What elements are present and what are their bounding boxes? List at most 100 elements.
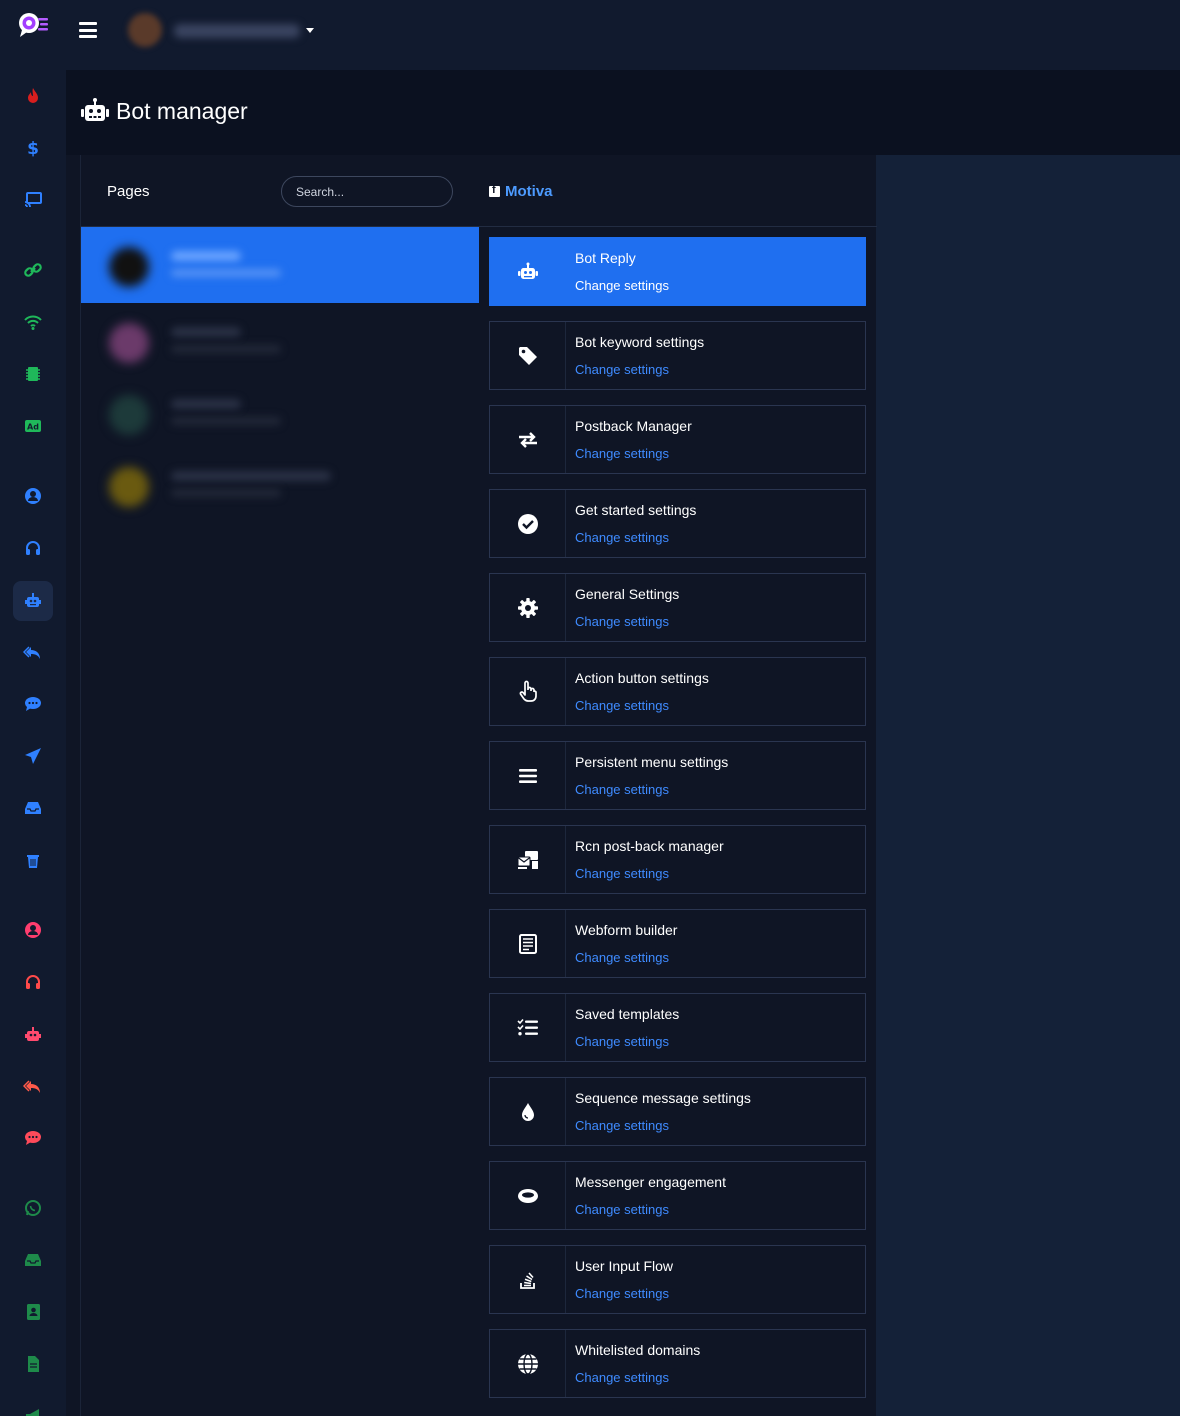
top-bar xyxy=(66,0,1180,70)
page-list-item[interactable] xyxy=(81,303,479,375)
card-icon-box xyxy=(490,826,566,893)
card-title: Bot Reply xyxy=(575,250,636,266)
stack-overflow-icon xyxy=(519,1271,535,1289)
sidebar-item-contacts[interactable] xyxy=(13,1292,53,1332)
sidebar-item-ads[interactable]: Ad xyxy=(13,406,53,446)
rcn-postback-manager-card[interactable]: Rcn post-back manager Change settings xyxy=(489,825,866,894)
page-id-redacted xyxy=(171,417,281,425)
sidebar-item-bot-2[interactable] xyxy=(13,1015,53,1055)
bot-keyword-settings-card[interactable]: Bot keyword settings Change settings xyxy=(489,321,866,390)
sidebar-item-cast[interactable] xyxy=(13,180,53,220)
change-settings-link[interactable]: Change settings xyxy=(575,782,669,797)
change-settings-link[interactable]: Change settings xyxy=(575,614,669,629)
sidebar-item-broadcast[interactable] xyxy=(13,736,53,776)
page-title: Bot manager xyxy=(116,97,248,124)
persistent-menu-settings-card[interactable]: Persistent menu settings Change settings xyxy=(489,741,866,810)
sidebar-item-megaphone[interactable] xyxy=(13,1396,53,1416)
page-name-redacted xyxy=(171,471,331,481)
sidebar-item-chip[interactable] xyxy=(13,354,53,394)
whitelisted-domains-card[interactable]: Whitelisted domains Change settings xyxy=(489,1329,866,1398)
sidebar-item-link[interactable] xyxy=(13,250,53,290)
sidebar-item-chat-2[interactable] xyxy=(13,1118,53,1158)
card-title: Rcn post-back manager xyxy=(575,838,724,854)
tasks-list-icon xyxy=(516,1018,538,1035)
user-name-redacted[interactable] xyxy=(174,24,300,38)
sidebar-item-file[interactable] xyxy=(13,1344,53,1384)
headset-icon xyxy=(26,541,40,555)
user-circle-icon xyxy=(25,488,41,504)
sidebar-item-fire[interactable] xyxy=(13,76,53,116)
page-list xyxy=(81,227,479,519)
sequence-message-settings-card[interactable]: Sequence message settings Change setting… xyxy=(489,1077,866,1146)
card-icon-box xyxy=(490,322,566,389)
get-started-settings-card[interactable]: Get started settings Change settings xyxy=(489,489,866,558)
change-settings-link[interactable]: Change settings xyxy=(575,1118,669,1133)
page-list-item[interactable] xyxy=(81,375,479,447)
sidebar-item-inbox-2[interactable] xyxy=(13,1240,53,1280)
fire-icon xyxy=(28,88,38,103)
change-settings-link[interactable]: Change settings xyxy=(575,530,669,545)
card-icon-box xyxy=(490,406,566,473)
bot-manager-panel: Pages Motiva xyxy=(80,155,877,1416)
robot-icon xyxy=(25,1027,41,1041)
webform-builder-card[interactable]: Webform builder Change settings xyxy=(489,909,866,978)
comment-dots-icon xyxy=(25,1131,41,1145)
sidebar-item-chat[interactable] xyxy=(13,684,53,724)
sidebar-item-support-2[interactable] xyxy=(13,962,53,1002)
caret-down-icon[interactable] xyxy=(306,28,314,33)
page-list-item[interactable] xyxy=(81,227,479,303)
settings-card-list: Bot Reply Change settings Bot keyword se… xyxy=(489,237,866,1413)
change-settings-link[interactable]: Change settings xyxy=(575,698,669,713)
change-settings-link[interactable]: Change settings xyxy=(575,1202,669,1217)
sidebar-item-wifi[interactable] xyxy=(13,302,53,342)
page-title-container: Bot manager xyxy=(80,96,248,126)
form-icon xyxy=(518,933,537,954)
change-settings-link[interactable]: Change settings xyxy=(575,866,669,881)
bot-reply-card[interactable]: Bot Reply Change settings xyxy=(489,237,866,306)
link-icon xyxy=(24,263,42,277)
sidebar-item-support[interactable] xyxy=(13,528,53,568)
card-title: Sequence message settings xyxy=(575,1090,751,1106)
card-icon-box xyxy=(490,574,566,641)
change-settings-link[interactable]: Change settings xyxy=(575,446,669,461)
change-settings-link[interactable]: Change settings xyxy=(575,950,669,965)
user-avatar[interactable] xyxy=(128,13,162,47)
sidebar-item-billing[interactable]: $ xyxy=(13,128,53,168)
change-settings-link[interactable]: Change settings xyxy=(575,362,669,377)
user-input-flow-card[interactable]: User Input Flow Change settings xyxy=(489,1245,866,1314)
card-title: Persistent menu settings xyxy=(575,754,729,770)
app-logo[interactable] xyxy=(16,10,50,40)
sidebar-item-trash[interactable] xyxy=(13,840,53,880)
page-search-input[interactable] xyxy=(281,176,453,207)
panel-header: Pages Motiva xyxy=(81,155,877,227)
exchange-icon xyxy=(518,431,537,448)
robot-icon xyxy=(25,593,41,607)
sidebar-item-inbox[interactable] xyxy=(13,788,53,828)
page-list-item[interactable] xyxy=(81,447,479,519)
messenger-engagement-card[interactable]: Messenger engagement Change settings xyxy=(489,1161,866,1230)
sidebar-item-reply[interactable] xyxy=(13,632,53,672)
change-settings-link[interactable]: Change settings xyxy=(575,278,669,293)
card-title: Webform builder xyxy=(575,922,678,938)
postback-manager-card[interactable]: Postback Manager Change settings xyxy=(489,405,866,474)
page-name-redacted xyxy=(171,251,241,261)
card-title: Get started settings xyxy=(575,502,697,518)
general-settings-card[interactable]: General Settings Change settings xyxy=(489,573,866,642)
sidebar-item-bot-manager[interactable] xyxy=(13,581,53,621)
reply-all-icon xyxy=(23,646,40,659)
menu-toggle-button[interactable] xyxy=(79,22,97,38)
page-id-redacted xyxy=(171,269,281,277)
sidebar-item-profile[interactable] xyxy=(13,476,53,516)
sidebar-item-profile-2[interactable] xyxy=(13,910,53,950)
card-icon-box xyxy=(490,658,566,725)
action-button-settings-card[interactable]: Action button settings Change settings xyxy=(489,657,866,726)
change-settings-link[interactable]: Change settings xyxy=(575,1286,669,1301)
change-settings-link[interactable]: Change settings xyxy=(575,1370,669,1385)
saved-templates-card[interactable]: Saved templates Change settings xyxy=(489,993,866,1062)
sidebar-item-reply-2[interactable] xyxy=(13,1066,53,1106)
reply-all-icon xyxy=(23,1080,40,1093)
card-title: Bot keyword settings xyxy=(575,334,705,350)
selected-page-name[interactable]: Motiva xyxy=(505,183,553,200)
sidebar-item-whatsapp[interactable] xyxy=(13,1188,53,1228)
change-settings-link[interactable]: Change settings xyxy=(575,1034,669,1049)
